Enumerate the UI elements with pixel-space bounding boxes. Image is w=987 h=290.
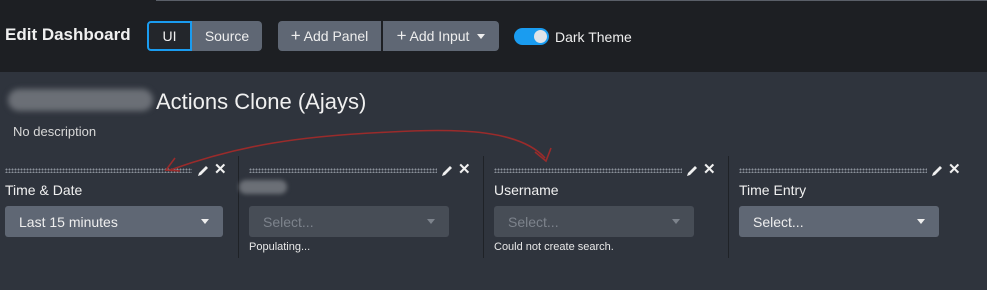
- panel-divider: [483, 156, 484, 258]
- caret-down-icon: [201, 219, 209, 224]
- caret-down-icon: [917, 219, 925, 224]
- dropdown-placeholder: Select...: [508, 213, 559, 230]
- redacted-label: [239, 180, 287, 194]
- plus-icon: +: [396, 26, 407, 45]
- panel-divider: [728, 156, 729, 258]
- input-label: Username: [494, 182, 559, 198]
- username-dropdown[interactable]: Select...: [494, 206, 694, 237]
- input-label: Time & Date: [5, 182, 83, 198]
- input-panel-username: ✕ Username Select... Could not create se…: [494, 160, 734, 256]
- dropdown-placeholder: Select...: [263, 213, 314, 230]
- status-note: Populating...: [249, 241, 311, 253]
- dashboard-toolbar: Edit Dashboard UI Source + Add Panel + A…: [0, 0, 987, 72]
- add-input-label: Add Input: [409, 28, 470, 44]
- pencil-icon[interactable]: [440, 164, 454, 178]
- close-icon[interactable]: ✕: [458, 162, 471, 177]
- dropdown-value: Select...: [753, 213, 804, 230]
- close-icon[interactable]: ✕: [948, 162, 961, 177]
- drag-handle[interactable]: [249, 168, 437, 173]
- pencil-icon[interactable]: [196, 164, 210, 178]
- dark-theme-toggle[interactable]: [514, 28, 549, 45]
- redacted-name: [8, 89, 153, 111]
- input-label: Time Entry: [739, 182, 807, 198]
- drag-handle[interactable]: [494, 168, 682, 173]
- add-panel-label: Add Panel: [303, 28, 369, 44]
- add-input-button[interactable]: + Add Input: [383, 21, 499, 51]
- pencil-icon[interactable]: [685, 164, 699, 178]
- panel-divider: [238, 156, 239, 258]
- time-range-dropdown[interactable]: Last 15 minutes: [5, 206, 223, 237]
- error-note: Could not create search.: [494, 241, 614, 253]
- drag-handle[interactable]: [5, 168, 192, 173]
- dark-theme-label: Dark Theme: [555, 29, 632, 45]
- input-panel-time-date: ✕ Time & Date Last 15 minutes: [5, 160, 245, 256]
- mode-ui-button[interactable]: UI: [147, 21, 192, 51]
- pencil-icon[interactable]: [930, 164, 944, 178]
- close-icon[interactable]: ✕: [214, 162, 227, 177]
- add-panel-button[interactable]: + Add Panel: [278, 21, 381, 51]
- toolbar-top-border: [156, 0, 987, 1]
- input-panel-redacted: ✕ Select... Populating...: [239, 160, 489, 256]
- plus-icon: +: [290, 26, 301, 45]
- input-panel-time-entry: ✕ Time Entry Select...: [739, 160, 979, 256]
- dashboard-title: Actions Clone (Ajays): [156, 89, 367, 114]
- caret-down-icon: [672, 219, 680, 224]
- drag-handle[interactable]: [739, 168, 927, 173]
- page-title: Edit Dashboard: [5, 25, 131, 44]
- select-dropdown[interactable]: Select...: [249, 206, 449, 237]
- dropdown-value: Last 15 minutes: [19, 213, 118, 230]
- mode-source-button[interactable]: Source: [192, 21, 262, 51]
- toggle-knob: [534, 30, 547, 43]
- caret-down-icon: [427, 219, 435, 224]
- dashboard-description: No description: [13, 124, 97, 139]
- caret-down-icon: [477, 33, 486, 39]
- close-icon[interactable]: ✕: [703, 162, 716, 177]
- time-entry-dropdown[interactable]: Select...: [739, 206, 939, 237]
